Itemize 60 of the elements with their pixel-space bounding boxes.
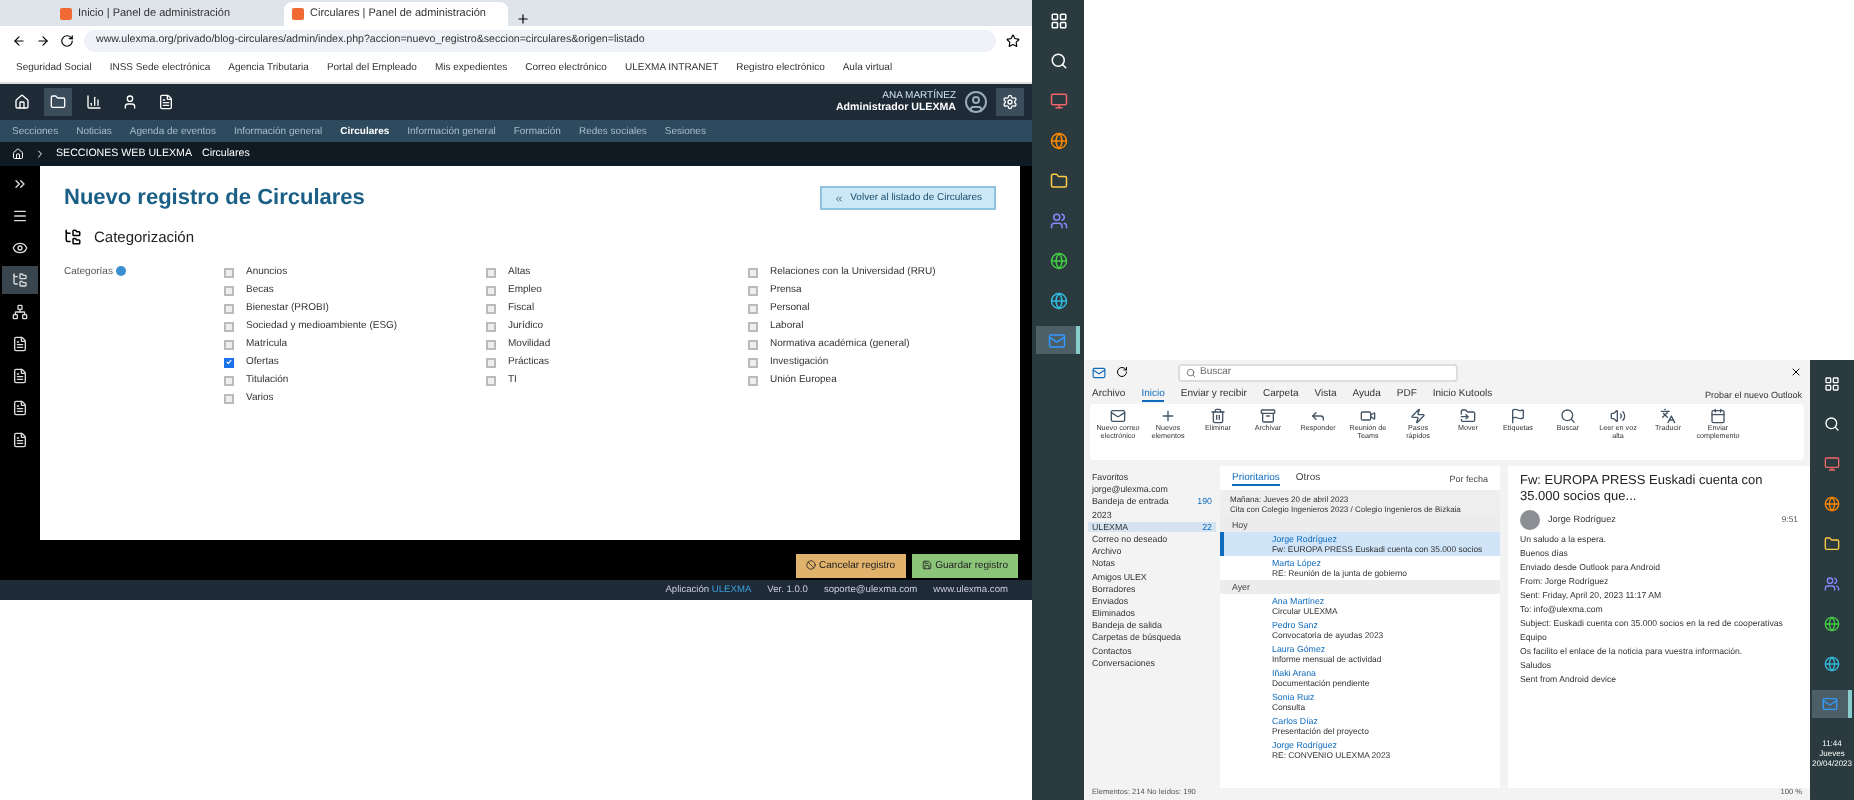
close-icon[interactable] [1790, 366, 1802, 378]
cancel-icon [805, 560, 816, 570]
checkbox[interactable] [748, 303, 758, 314]
checkbox[interactable] [224, 375, 234, 386]
avatar-icon[interactable] [964, 90, 988, 114]
checkbox[interactable] [486, 267, 496, 278]
search-icon [1560, 408, 1576, 424]
checkbox[interactable] [486, 375, 496, 386]
checkbox[interactable] [224, 303, 234, 314]
new-tab-icon[interactable] [516, 12, 530, 26]
translate-icon [1660, 408, 1676, 424]
forward-icon[interactable] [36, 33, 50, 47]
checkbox[interactable] [748, 321, 758, 332]
mail-icon [1092, 365, 1106, 379]
page-title: Nuevo registro de Circulares [64, 186, 365, 210]
archive-icon [1260, 408, 1276, 424]
back-icon[interactable] [12, 33, 26, 47]
flag-icon [1510, 408, 1526, 424]
checkbox[interactable] [748, 357, 758, 368]
reply-icon [1310, 408, 1326, 424]
checkbox[interactable] [748, 375, 758, 386]
site-icon [292, 8, 304, 20]
checkbox[interactable] [224, 321, 234, 332]
checkbox[interactable] [224, 267, 234, 278]
checkbox[interactable] [486, 339, 496, 350]
video-icon [1360, 408, 1376, 424]
folder-icon [1460, 408, 1476, 424]
checkbox[interactable] [486, 285, 496, 296]
mail-icon[interactable] [1812, 690, 1852, 718]
checkbox[interactable] [224, 357, 234, 368]
search-icon [1186, 367, 1196, 377]
checkbox[interactable] [486, 303, 496, 314]
site-icon [60, 8, 72, 20]
folder-icon[interactable] [44, 88, 72, 116]
save-icon [921, 560, 932, 570]
checkbox[interactable] [748, 339, 758, 350]
trash-icon [1210, 408, 1226, 424]
plus-icon [1160, 408, 1176, 424]
calendar-icon [1710, 408, 1726, 424]
checkbox[interactable] [486, 321, 496, 332]
tree-icon[interactable] [2, 266, 38, 294]
checkbox[interactable] [486, 357, 496, 368]
mail-icon[interactable] [1036, 326, 1080, 354]
mail-icon [1110, 408, 1126, 424]
checkbox[interactable] [224, 393, 234, 404]
checkbox[interactable] [224, 285, 234, 296]
chevron-icon [34, 148, 46, 160]
reload-icon[interactable] [60, 33, 74, 47]
speaker-icon [1610, 408, 1626, 424]
home-icon[interactable] [12, 148, 24, 160]
checkbox[interactable] [224, 339, 234, 350]
settings-icon[interactable] [996, 88, 1024, 116]
sync-icon[interactable] [1116, 366, 1128, 378]
checkbox[interactable] [748, 285, 758, 296]
bookmark-star-icon[interactable] [1006, 33, 1020, 47]
checkbox[interactable] [748, 267, 758, 278]
tree-icon [64, 228, 82, 246]
avatar [1520, 509, 1540, 530]
lightning-icon [1410, 408, 1426, 424]
double-chevron-icon [834, 193, 845, 203]
